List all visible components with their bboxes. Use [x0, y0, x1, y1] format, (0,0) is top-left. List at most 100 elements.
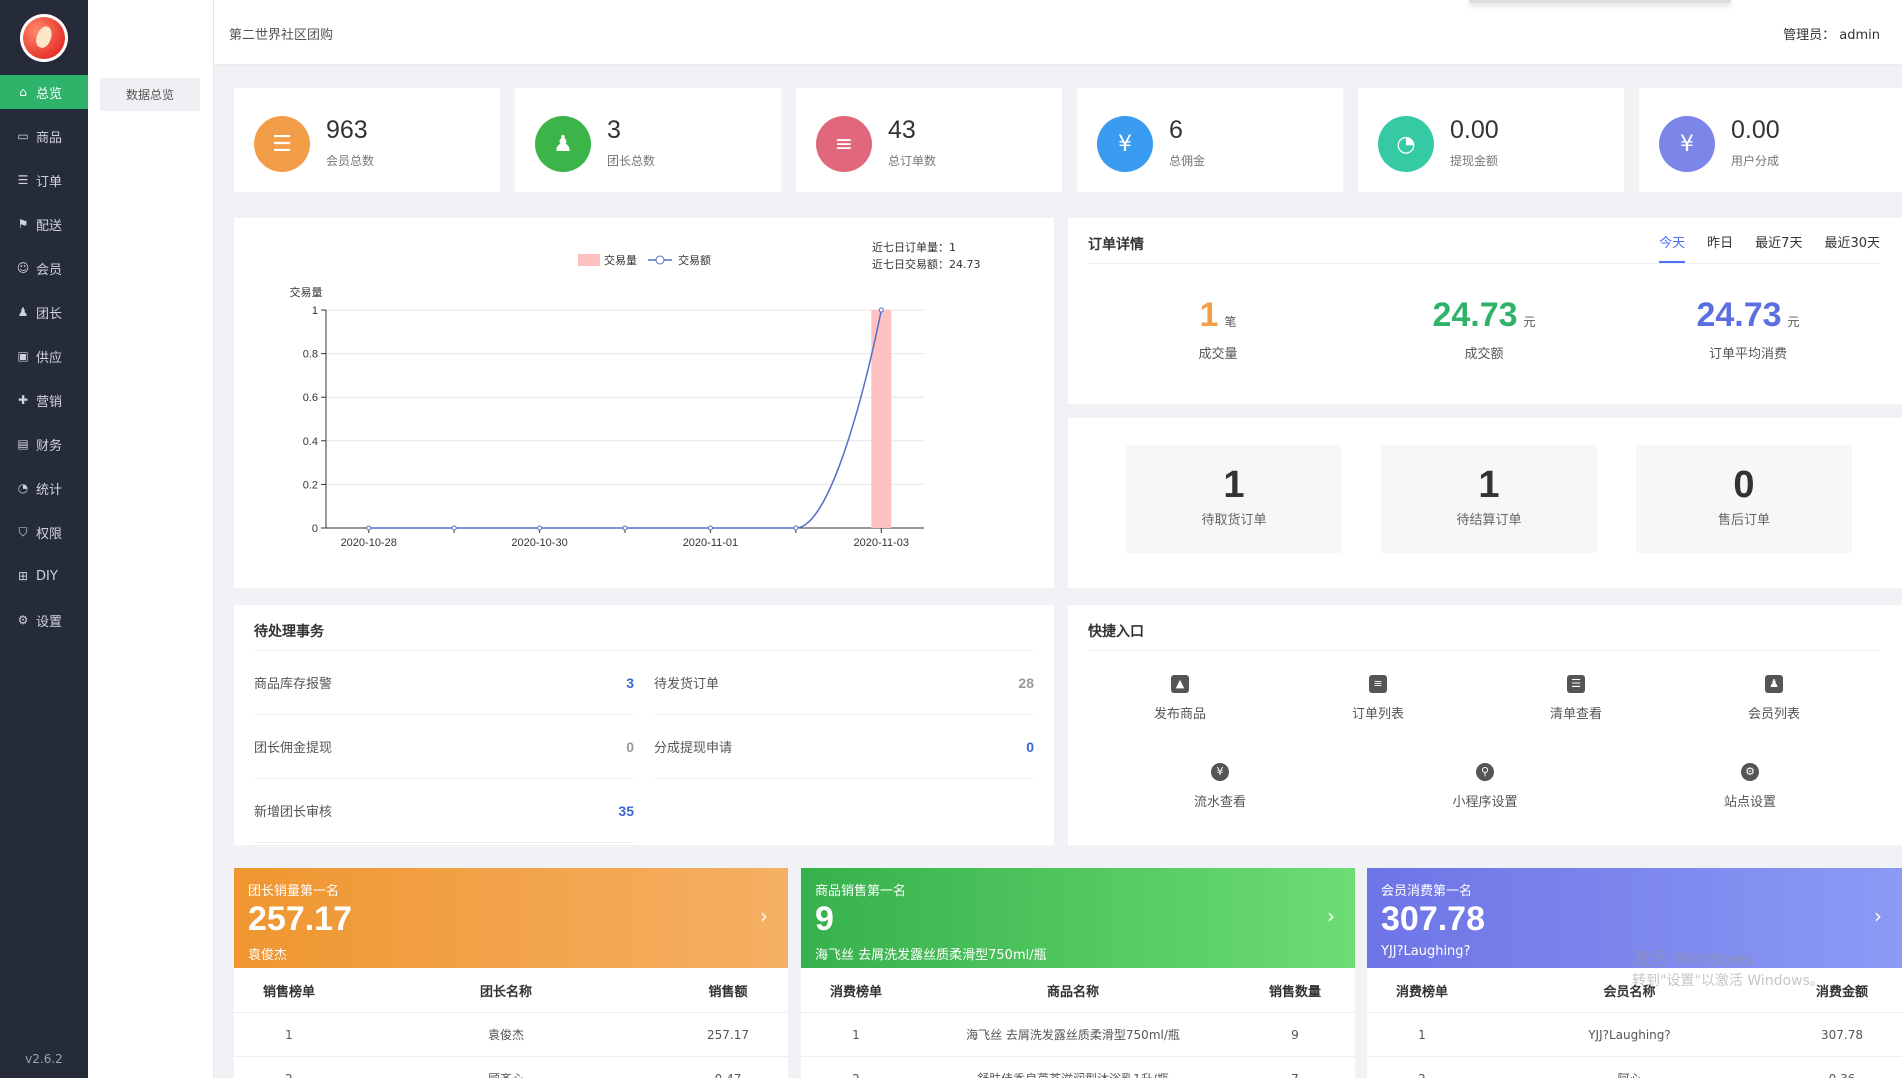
chevron-right-icon[interactable]: ›: [1327, 904, 1335, 928]
sub-sidebar: 数据总览: [88, 0, 214, 1078]
nav-item-12[interactable]: ⚙ 设置: [0, 603, 88, 637]
rank-column-header: 团长名称: [479, 984, 532, 1000]
order-stat-unit: 笔: [1224, 315, 1237, 329]
order-tab-1[interactable]: 昨日: [1707, 232, 1733, 263]
stat-label: 用户分成: [1731, 154, 1780, 168]
order-stat-unit: 元: [1523, 315, 1536, 329]
todo-label: 分成提现申请: [654, 741, 733, 756]
pending-box[interactable]: 1 待结算订单: [1381, 445, 1597, 553]
stat-label: 会员总数: [326, 154, 375, 168]
rank-table-header: 销售榜单 团长名称 销售额: [234, 968, 788, 1013]
todo-row[interactable]: 分成提现申请 0: [654, 715, 1034, 779]
order-stat-unit: 元: [1787, 315, 1800, 329]
todo-row[interactable]: 商品库存报警 3: [254, 651, 634, 715]
pending-count: 1: [1478, 464, 1500, 506]
nav-item-4[interactable]: ☺ 会员: [0, 251, 88, 285]
quick-item[interactable]: ☰ 清单查看: [1506, 675, 1646, 722]
nav-item-3[interactable]: ⚑ 配送: [0, 207, 88, 241]
divider: [1088, 263, 1880, 264]
quick-item[interactable]: ♟ 会员列表: [1704, 675, 1844, 722]
version-label: v2.6.2: [25, 1052, 63, 1066]
orders-icon: ≡: [816, 116, 872, 172]
rank-title: 会员消费第一名: [1381, 884, 1473, 899]
quick-item[interactable]: ⚙ 站点设置: [1680, 763, 1820, 810]
rank-value: 307.78: [1381, 900, 1485, 938]
order-stat-value-line: 24.73 元: [1354, 296, 1614, 335]
order-stat-label: 成交额: [1464, 347, 1504, 362]
order-stat-value: 1: [1199, 296, 1219, 334]
subnav-item-overview[interactable]: 数据总览: [100, 78, 200, 111]
admin-label[interactable]: 管理员： admin: [1783, 24, 1880, 43]
table-row: 2顾齐心0.47: [234, 1057, 788, 1078]
line-point: [622, 525, 628, 531]
table-cell: 2: [801, 1072, 911, 1078]
stat-label: 总订单数: [888, 154, 937, 168]
stat-value: 6: [1169, 116, 1183, 144]
quick-item[interactable]: ¥ 流水查看: [1150, 763, 1290, 810]
pending-label: 售后订单: [1717, 513, 1770, 528]
goods-icon: ▭: [17, 129, 29, 143]
table-cell: 海飞丝 去屑洗发露丝质柔滑型750ml/瓶: [966, 1028, 1180, 1042]
nav-item-label: DIY: [36, 568, 58, 584]
nav-item-0[interactable]: ⌂ 总览: [0, 75, 88, 109]
table-cell: 9: [1291, 1027, 1299, 1042]
pending-box[interactable]: 0 售后订单: [1636, 445, 1852, 553]
order-tab-2[interactable]: 最近7天: [1755, 232, 1802, 263]
todo-row[interactable]: 团长佣金提现 0: [254, 715, 634, 779]
order-stat: 24.73 元成交额: [1354, 296, 1614, 362]
legend-label: 交易额: [678, 253, 711, 267]
members-icon: ☰: [254, 116, 310, 172]
order-stat-label: 成交量: [1198, 347, 1238, 362]
quick-item[interactable]: ≡ 订单列表: [1308, 675, 1448, 722]
quick-item-label: 会员列表: [1747, 707, 1800, 722]
stat-icon-glyph: ≡: [834, 131, 854, 157]
nav-item-label: 财务: [36, 438, 63, 454]
y-axis-label: 交易量: [290, 285, 323, 299]
x-tick-label: 2020-10-30: [511, 537, 567, 549]
order-tab-0[interactable]: 今天: [1659, 232, 1686, 263]
nav-item-10[interactable]: ⛉ 权限: [0, 515, 88, 549]
quick-item[interactable]: ▲ 发布商品: [1110, 675, 1250, 722]
nav-item-9[interactable]: ◔ 统计: [0, 471, 88, 505]
todo-row[interactable]: 新增团长审核 35: [254, 779, 634, 843]
table-cell: 1: [1418, 1027, 1426, 1042]
quick-item-label: 发布商品: [1153, 707, 1206, 722]
table-cell: 257.17: [707, 1027, 749, 1042]
chart-annotation: 近七日订单量：1: [872, 241, 956, 254]
nav-item-11[interactable]: ⊞ DIY: [0, 559, 88, 593]
table-cell: YJJ?Laughing?: [1588, 1027, 1671, 1042]
windows-activation-hint: 转到"设置"以激活 Windows。: [1632, 973, 1824, 989]
y-tick-label: 0.4: [303, 436, 318, 448]
nav-item-2[interactable]: ☰ 订单: [0, 163, 88, 197]
nav-item-1[interactable]: ▭ 商品: [0, 119, 88, 153]
nav-item-6[interactable]: ▣ 供应: [0, 339, 88, 373]
rank-winner: 袁俊杰: [248, 948, 288, 963]
quick-item-label: 流水查看: [1193, 795, 1246, 810]
app-logo[interactable]: [20, 14, 68, 62]
nav-item-label: 会员: [36, 262, 63, 278]
todo-label: 团长佣金提现: [254, 741, 333, 756]
nav-item-8[interactable]: ▤ 财务: [0, 427, 88, 461]
chevron-right-icon[interactable]: ›: [1874, 904, 1882, 928]
stat-icon-glyph: ¥: [1680, 131, 1694, 157]
todo-title: 待处理事务: [254, 624, 324, 640]
pending-label: 待取货订单: [1201, 513, 1267, 528]
order-stat-value-line: 24.73 元: [1618, 296, 1878, 335]
table-cell: 1: [852, 1027, 860, 1042]
quick-item[interactable]: ⚲ 小程序设置: [1415, 763, 1555, 810]
todo-row[interactable]: 待发货订单 28: [654, 651, 1034, 715]
rank-card-header[interactable]: 团长销量第一名 257.17 袁俊杰 ›: [234, 868, 788, 968]
line-point: [366, 525, 372, 531]
chevron-right-icon[interactable]: ›: [760, 904, 768, 928]
line-point: [793, 525, 799, 531]
pending-box[interactable]: 1 待取货订单: [1126, 445, 1342, 553]
delivery-icon: ⚑: [17, 217, 29, 231]
pending-label: 待结算订单: [1456, 513, 1522, 528]
nav-item-7[interactable]: ✚ 营销: [0, 383, 88, 417]
nav-item-label: 权限: [36, 526, 63, 542]
rank-card-header[interactable]: 商品销售第一名 9 海飞丝 去屑洗发露丝质柔滑型750ml/瓶 ›: [801, 868, 1355, 968]
table-cell: 顾齐心: [344, 1070, 668, 1078]
order-tab-3[interactable]: 最近30天: [1824, 232, 1880, 263]
nav-item-5[interactable]: ♟ 团长: [0, 295, 88, 329]
table-cell: 307.78: [1821, 1027, 1863, 1042]
